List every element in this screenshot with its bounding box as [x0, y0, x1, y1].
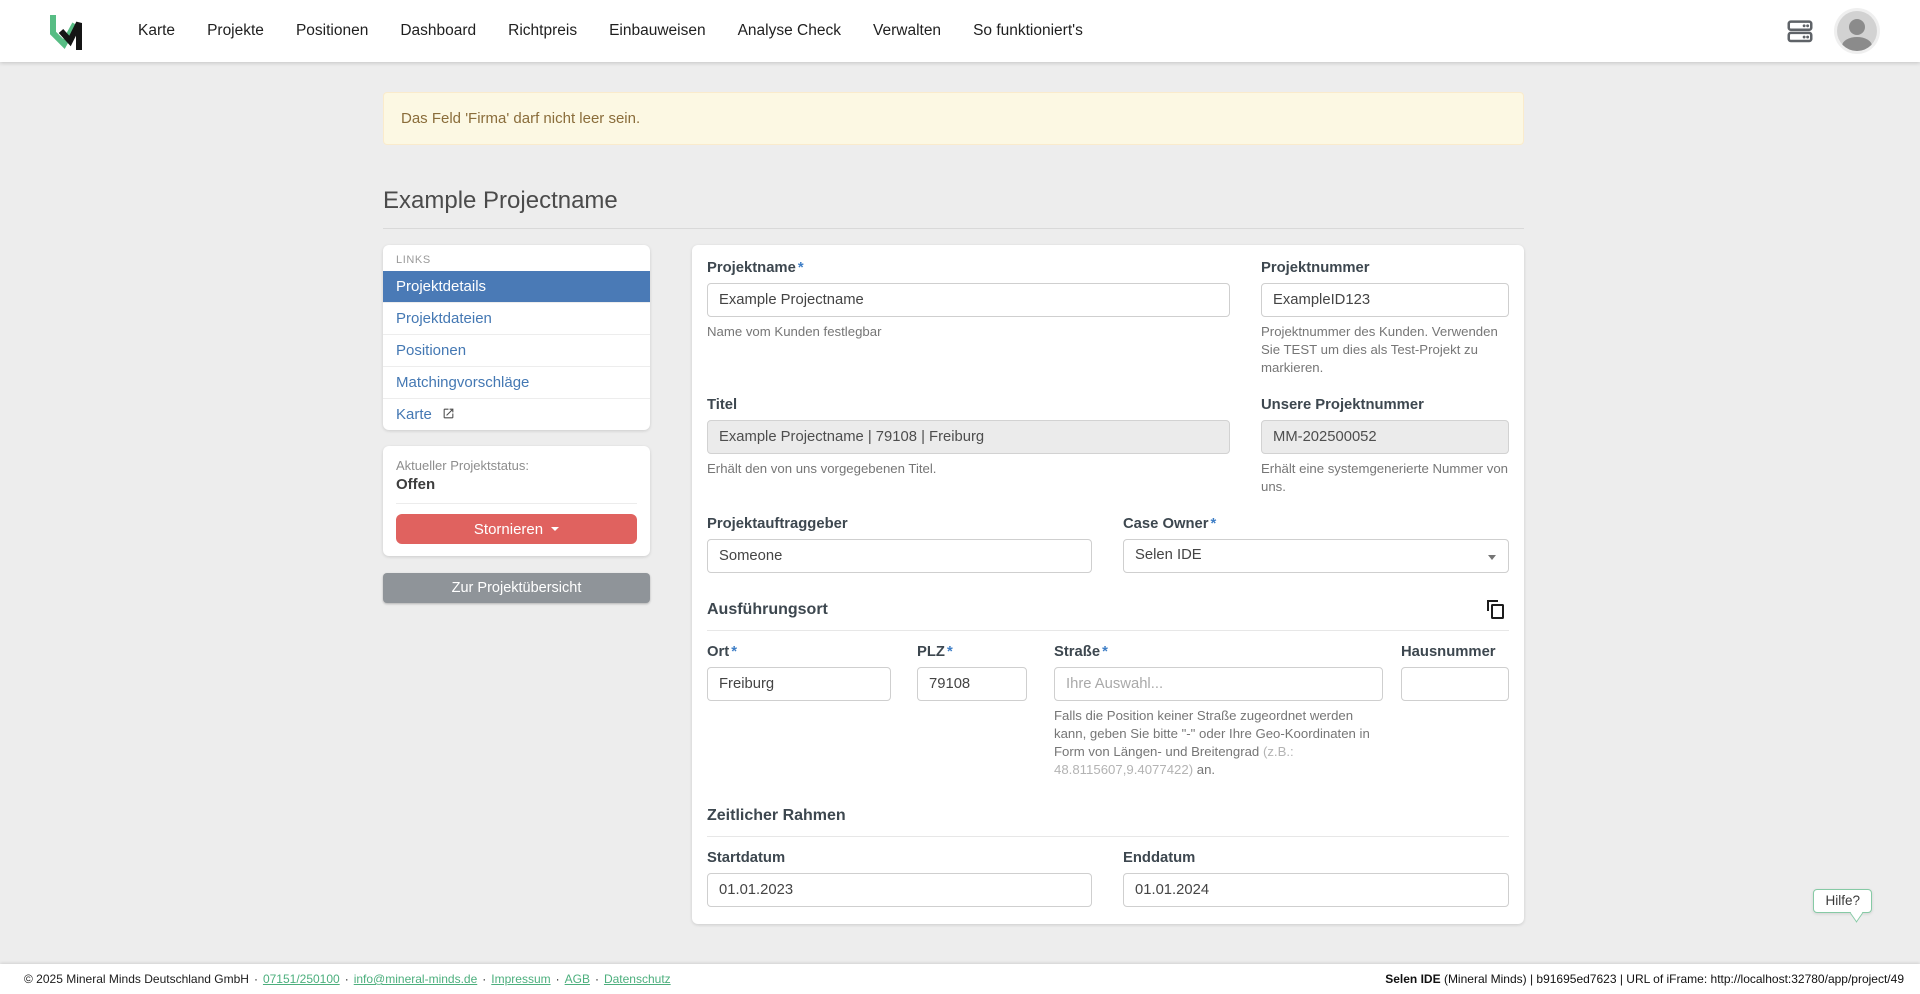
mineral-minds-logo-icon[interactable] [46, 8, 86, 54]
case-owner-selected-value: Selen IDE [1135, 547, 1202, 563]
nav-item-dashboard[interactable]: Dashboard [400, 22, 476, 40]
footer-copyright: © 2025 Mineral Minds Deutschland GmbH [24, 972, 249, 986]
ort-label: Ort* [707, 644, 891, 660]
section-divider [707, 836, 1509, 837]
required-asterisk: * [798, 260, 804, 276]
strasse-helper: Falls die Position keiner Straße zugeord… [1054, 707, 1383, 779]
hausnummer-input[interactable] [1401, 667, 1509, 701]
projektnummer-helper: Projektnummer des Kunden. Verwenden Sie … [1261, 323, 1509, 377]
projektname-helper: Name vom Kunden festlegbar [707, 323, 1230, 341]
sidebar-item-projektdetails[interactable]: Projektdetails [383, 271, 650, 302]
footer-link-impressum[interactable]: Impressum [491, 972, 550, 986]
external-link-icon [442, 407, 455, 420]
projektnummer-label: Projektnummer [1261, 260, 1509, 276]
case-owner-label: Case Owner* [1123, 516, 1509, 532]
required-asterisk: * [1102, 644, 1108, 660]
ausfuehrungsort-section-title: Ausführungsort [707, 601, 1509, 619]
sidebar-item-projektdateien[interactable]: Projektdateien [383, 302, 650, 334]
top-navbar: Karte Projekte Positionen Dashboard Rich… [0, 0, 1920, 62]
strasse-label: Straße* [1054, 644, 1383, 660]
required-asterisk: * [1211, 516, 1217, 532]
nav-item-karte[interactable]: Karte [138, 22, 175, 40]
footer-session-info: Selen IDE (Mineral Minds) | b91695ed7623… [1385, 972, 1904, 986]
projektauftraggeber-input[interactable] [707, 539, 1092, 573]
titel-label: Titel [707, 397, 1230, 413]
strasse-input[interactable] [1054, 667, 1383, 701]
projektauftraggeber-label: Projektauftraggeber [707, 516, 1092, 532]
nav-item-so-funktionierts[interactable]: So funktioniert's [973, 22, 1083, 40]
alert-text: Das Feld 'Firma' darf nicht leer sein. [401, 110, 640, 127]
footer-link-email[interactable]: info@mineral-minds.de [354, 972, 478, 986]
chevron-down-icon [1488, 555, 1496, 560]
sidebar-item-matchingvorschlaege[interactable]: Matchingvorschläge [383, 366, 650, 398]
footer-user-name: Selen IDE [1385, 972, 1440, 986]
projektname-input[interactable] [707, 283, 1230, 317]
nav-item-richtpreis[interactable]: Richtpreis [508, 22, 577, 40]
status-value: Offen [396, 476, 637, 493]
nav-item-analyse-check[interactable]: Analyse Check [738, 22, 841, 40]
projektname-label: Projektname* [707, 260, 1230, 276]
startdatum-input[interactable] [707, 873, 1092, 907]
startdatum-label: Startdatum [707, 850, 1092, 866]
enddatum-input[interactable] [1123, 873, 1509, 907]
avatar-body-icon [1842, 37, 1872, 51]
project-status-card: Aktueller Projektstatus: Offen Storniere… [383, 446, 650, 556]
case-owner-select[interactable]: Selen IDE [1123, 539, 1509, 573]
titel-helper: Erhält den von uns vorgegebenen Titel. [707, 460, 1230, 478]
links-card-header: LINKS [383, 245, 650, 271]
footer-session-details: (Mineral Minds) | b91695ed7623 | URL of … [1441, 972, 1904, 986]
required-asterisk: * [947, 644, 953, 660]
footer-link-datenschutz[interactable]: Datenschutz [604, 972, 671, 986]
required-asterisk: * [731, 644, 737, 660]
unsere-projektnummer-label: Unsere Projektnummer [1261, 397, 1509, 413]
stornieren-button[interactable]: Stornieren [396, 514, 637, 544]
title-divider [383, 228, 1524, 229]
server-stack-icon[interactable] [1783, 14, 1817, 48]
avatar-head-icon [1849, 19, 1865, 35]
footer-separator: · [345, 972, 349, 986]
unsere-projektnummer-helper: Erhält eine systemgenerierte Nummer von … [1261, 460, 1509, 496]
titel-input [707, 420, 1230, 454]
links-card: LINKS Projektdetails Projektdateien Posi… [383, 245, 650, 430]
sidebar-item-positionen[interactable]: Positionen [383, 334, 650, 366]
zeitlicher-rahmen-section-title: Zeitlicher Rahmen [707, 807, 1509, 825]
sidebar-item-karte[interactable]: Karte [383, 398, 650, 430]
help-button[interactable]: Hilfe? [1813, 889, 1872, 913]
status-label: Aktueller Projektstatus: [396, 458, 637, 473]
nav-item-projekte[interactable]: Projekte [207, 22, 264, 40]
footer-separator: · [482, 972, 486, 986]
plz-input[interactable] [917, 667, 1027, 701]
copy-icon[interactable] [1483, 597, 1507, 625]
footer: © 2025 Mineral Minds Deutschland GmbH · … [0, 964, 1920, 994]
enddatum-label: Enddatum [1123, 850, 1509, 866]
footer-separator: · [595, 972, 599, 986]
footer-link-phone[interactable]: 07151/250100 [263, 972, 340, 986]
nav-item-einbauweisen[interactable]: Einbauweisen [609, 22, 706, 40]
zur-projektuebersicht-button[interactable]: Zur Projektübersicht [383, 573, 650, 603]
nav-item-verwalten[interactable]: Verwalten [873, 22, 941, 40]
user-avatar[interactable] [1837, 11, 1877, 51]
hausnummer-label: Hausnummer [1401, 644, 1509, 660]
nav-item-positionen[interactable]: Positionen [296, 22, 368, 40]
caret-down-icon [551, 527, 559, 531]
projektnummer-input[interactable] [1261, 283, 1509, 317]
footer-separator: · [556, 972, 560, 986]
validation-alert: Das Feld 'Firma' darf nicht leer sein. [383, 92, 1524, 145]
section-divider [707, 630, 1509, 631]
footer-link-agb[interactable]: AGB [565, 972, 590, 986]
project-details-form: Projektname* Name vom Kunden festlegbar … [692, 245, 1524, 924]
unsere-projektnummer-input [1261, 420, 1509, 454]
main-nav: Karte Projekte Positionen Dashboard Rich… [138, 22, 1083, 40]
ort-input[interactable] [707, 667, 891, 701]
stornieren-button-label: Stornieren [474, 521, 543, 538]
status-divider [396, 503, 637, 504]
plz-label: PLZ* [917, 644, 1027, 660]
footer-separator: · [254, 972, 258, 986]
page-title: Example Projectname [383, 187, 1524, 215]
sidebar-item-karte-label: Karte [396, 406, 432, 423]
